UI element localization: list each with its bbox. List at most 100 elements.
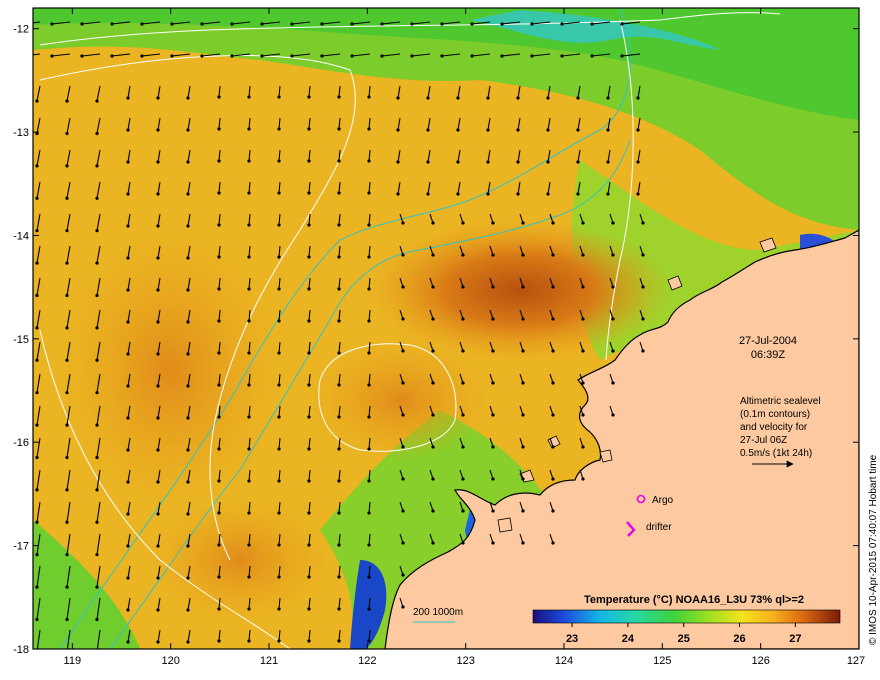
colorbar-title: Temperature (°C) NOAA16_L3U 73% ql>=2 <box>584 594 804 606</box>
velocity-vector-head <box>35 520 39 524</box>
velocity-vector-head <box>521 413 525 417</box>
velocity-vector-head <box>35 455 39 460</box>
velocity-vector-head <box>337 223 341 227</box>
velocity-vector-head <box>186 224 190 228</box>
velocity-vector-head <box>546 192 550 196</box>
velocity-vector-head <box>307 543 311 547</box>
velocity-vector-head <box>217 191 221 195</box>
velocity-vector-head <box>186 576 190 580</box>
velocity-vector-head <box>65 293 69 298</box>
velocity-vector-head <box>551 253 555 257</box>
velocity-vector-head <box>491 349 495 353</box>
velocity-vector-head <box>367 511 371 515</box>
velocity-vector-head <box>95 455 99 460</box>
velocity-vector-head <box>611 221 615 225</box>
velocity-vector-head <box>35 617 39 622</box>
velocity-vector-head <box>546 96 550 100</box>
velocity-vector-head <box>337 191 341 195</box>
velocity-vector-head <box>461 477 465 481</box>
velocity-vector-head <box>606 128 610 132</box>
y-tick-label: -16 <box>13 437 29 449</box>
velocity-vector-head <box>277 319 281 323</box>
velocity-vector-head <box>156 160 160 164</box>
velocity-vector-head <box>581 221 585 225</box>
velocity-vector-head <box>337 383 341 387</box>
velocity-vector-head <box>186 416 190 420</box>
velocity-vector-head <box>461 509 465 513</box>
velocity-vector-head <box>367 255 371 259</box>
velocity-vector-head <box>367 351 371 355</box>
colorbar-tick-label: 25 <box>678 633 690 645</box>
velocity-vector-head <box>620 54 624 58</box>
velocity-vector-head <box>156 96 160 100</box>
velocity-vector-head <box>367 223 371 227</box>
velocity-vector-head <box>431 285 435 289</box>
velocity-vector-head <box>217 607 221 611</box>
velocity-vector-head <box>431 445 435 449</box>
velocity-vector-head <box>156 288 160 292</box>
velocity-vector-head <box>35 358 39 362</box>
velocity-vector-head <box>581 477 585 481</box>
velocity-vector-head <box>35 261 39 265</box>
velocity-vector-head <box>401 381 405 385</box>
velocity-vector-head <box>620 22 624 26</box>
velocity-vector-head <box>126 544 130 548</box>
velocity-vector-head <box>401 285 405 289</box>
velocity-vector-head <box>307 383 311 387</box>
velocity-vector-head <box>426 192 430 196</box>
velocity-vector-head <box>186 192 190 196</box>
velocity-vector-head <box>611 317 615 321</box>
velocity-vector-head <box>156 416 160 420</box>
velocity-vector-head <box>277 287 281 291</box>
velocity-vector-head <box>277 95 281 99</box>
altimetry-line-4: 27-Jul 06Z <box>740 435 787 446</box>
velocity-vector-head <box>217 383 221 387</box>
velocity-vector-head <box>95 553 99 557</box>
velocity-vector-head <box>337 127 341 131</box>
velocity-vector-head <box>95 261 99 265</box>
velocity-vector-head <box>521 381 525 385</box>
colorbar-tick-label: 26 <box>733 633 745 645</box>
velocity-vector-head <box>491 317 495 321</box>
x-tick-label: 124 <box>555 655 573 667</box>
velocity-vector-head <box>186 352 190 356</box>
velocity-vector-head <box>217 127 221 131</box>
velocity-vector-head <box>277 223 281 227</box>
velocity-vector-head <box>65 164 69 168</box>
velocity-vector-head <box>521 285 525 289</box>
velocity-vector-head <box>290 54 294 58</box>
velocity-vector-head <box>247 447 251 451</box>
velocity-vector-head <box>367 319 371 323</box>
colorbar-tick-label: 27 <box>789 633 801 645</box>
velocity-vector-head <box>35 164 39 168</box>
velocity-vector-head <box>401 573 405 577</box>
velocity-vector-head <box>461 285 465 289</box>
velocity-vector-head <box>277 127 281 131</box>
velocity-vector-head <box>217 287 221 291</box>
velocity-vector-head <box>65 391 69 395</box>
velocity-vector-head <box>337 351 341 355</box>
velocity-vector-head <box>456 128 460 132</box>
colorbar-tick-label: 24 <box>622 633 635 645</box>
velocity-vector-head <box>35 423 39 427</box>
velocity-vector-head <box>491 285 495 289</box>
time-label: 06:39Z <box>751 349 786 361</box>
velocity-vector-head <box>186 512 190 516</box>
velocity-vector-head <box>337 639 341 643</box>
velocity-vector-head <box>217 255 221 259</box>
velocity-vector-head <box>307 479 311 483</box>
velocity-vector-head <box>440 22 444 26</box>
map-figure: 119 120 121 122 123 124 125 126 127 -12 -13 -14 -15… <box>13 7 879 667</box>
velocity-vector-head <box>307 127 311 131</box>
velocity-vector-head <box>217 319 221 323</box>
colorbar <box>532 609 841 624</box>
velocity-vector-head <box>560 54 564 58</box>
velocity-vector-head <box>636 192 640 196</box>
velocity-vector-head <box>401 605 405 609</box>
velocity-vector-head <box>606 96 610 100</box>
velocity-vector-head <box>551 285 555 289</box>
velocity-vector-head <box>247 639 251 643</box>
velocity-vector-head <box>65 229 69 233</box>
velocity-vector-head <box>65 261 69 265</box>
velocity-vector-head <box>65 196 69 200</box>
